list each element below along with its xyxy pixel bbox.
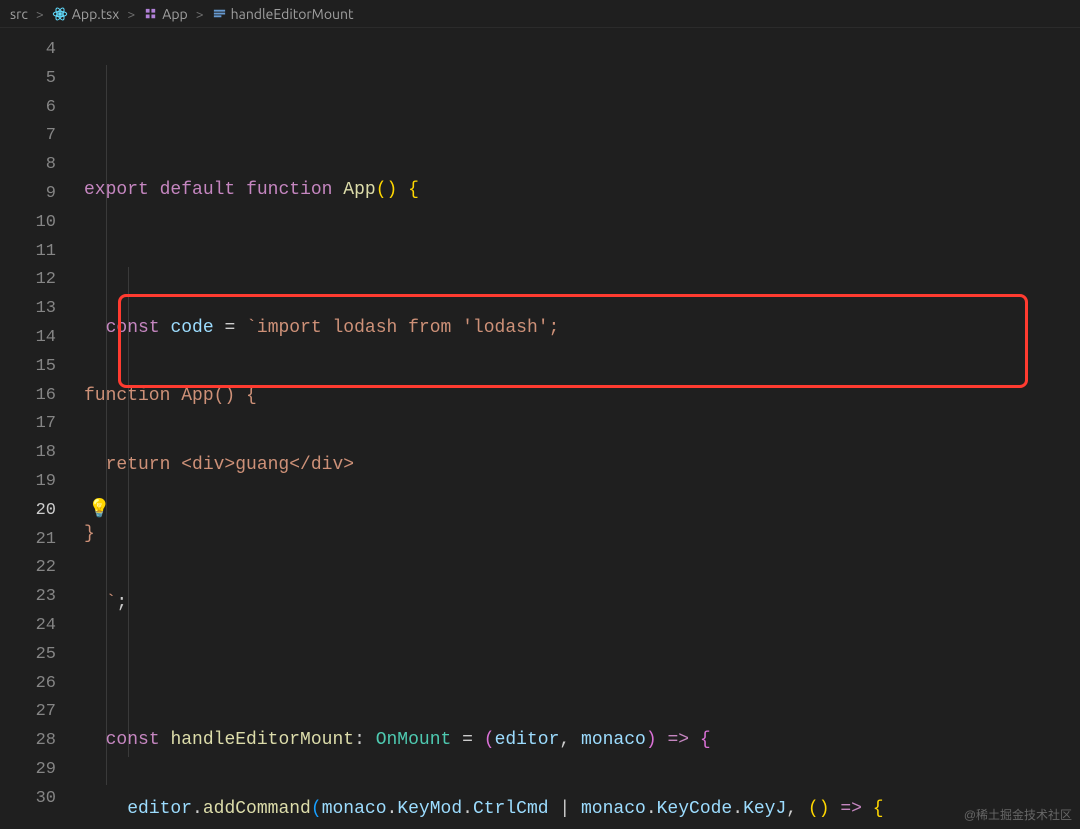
line-number[interactable]: 8 (0, 151, 56, 180)
line-number[interactable]: 21 (0, 526, 56, 555)
line-number[interactable]: 18 (0, 439, 56, 468)
breadcrumb-item-app[interactable]: App (162, 6, 187, 22)
code-line[interactable]: function App() { (70, 382, 1080, 411)
symbol-class-icon (143, 6, 158, 21)
line-number[interactable]: 14 (0, 324, 56, 353)
code-line[interactable] (70, 245, 1080, 274)
code-line[interactable]: export default function App() { (70, 176, 1080, 205)
breadcrumb-item-file[interactable]: App.tsx (72, 6, 120, 22)
breadcrumb-item-src[interactable]: src (10, 6, 28, 22)
breadcrumb-item-func[interactable]: handleEditorMount (231, 6, 354, 22)
line-number[interactable]: 13 (0, 295, 56, 324)
line-number[interactable]: 10 (0, 209, 56, 238)
gutter[interactable]: 4 5 6 7 8 9 10 11 12 13 14 15 16 17 18 1… (0, 28, 70, 829)
line-number[interactable]: 19 (0, 468, 56, 497)
code-line[interactable]: editor.addCommand(monaco.KeyMod.CtrlCmd … (70, 795, 1080, 824)
react-icon (52, 6, 68, 22)
line-number[interactable]: 20 (0, 497, 56, 526)
line-number[interactable]: 22 (0, 554, 56, 583)
line-number[interactable]: 26 (0, 670, 56, 699)
code-editor[interactable]: 4 5 6 7 8 9 10 11 12 13 14 15 16 17 18 1… (0, 28, 1080, 829)
symbol-method-icon (212, 6, 227, 21)
lightbulb-icon[interactable]: 💡 (88, 498, 110, 520)
line-number[interactable]: 16 (0, 382, 56, 411)
line-number[interactable]: 7 (0, 122, 56, 151)
line-number[interactable]: 24 (0, 612, 56, 641)
line-number[interactable]: 25 (0, 641, 56, 670)
line-number[interactable]: 4 (0, 36, 56, 65)
chevron-right-icon: > (32, 6, 48, 22)
chevron-right-icon: > (192, 6, 208, 22)
code-line[interactable]: return <div>guang</div> (70, 451, 1080, 480)
code-line[interactable]: const code = `import lodash from 'lodash… (70, 314, 1080, 343)
line-number[interactable]: 27 (0, 698, 56, 727)
line-number[interactable]: 30 (0, 785, 56, 814)
code-line[interactable] (70, 658, 1080, 687)
code-line[interactable]: } (70, 520, 1080, 549)
code-area[interactable]: export default function App() { const co… (70, 28, 1080, 829)
code-line[interactable]: `; (70, 589, 1080, 618)
line-number[interactable]: 6 (0, 94, 56, 123)
line-number[interactable]: 12 (0, 266, 56, 295)
line-number[interactable]: 17 (0, 410, 56, 439)
breadcrumb[interactable]: src > App.tsx > App > handleEditorMount (0, 0, 1080, 28)
code-line[interactable]: const handleEditorMount: OnMount = (edit… (70, 726, 1080, 755)
watermark: @稀土掘金技术社区 (964, 806, 1072, 823)
line-number[interactable]: 15 (0, 353, 56, 382)
line-number[interactable]: 11 (0, 238, 56, 267)
line-number[interactable]: 9 (0, 180, 56, 209)
line-number[interactable]: 28 (0, 727, 56, 756)
line-number[interactable]: 23 (0, 583, 56, 612)
line-number[interactable]: 29 (0, 756, 56, 785)
line-number[interactable]: 5 (0, 65, 56, 94)
chevron-right-icon: > (123, 6, 139, 22)
